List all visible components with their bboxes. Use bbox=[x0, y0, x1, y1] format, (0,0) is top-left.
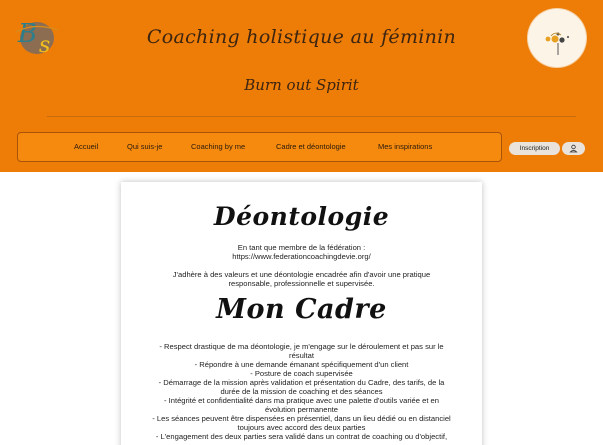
cadre-line: - Intégrité et confidentialité dans ma p… bbox=[164, 396, 439, 405]
nav-item-cadre-deontologie[interactable]: Cadre et déontologie bbox=[276, 133, 346, 161]
content-card: Déontologie En tant que membre de la féd… bbox=[121, 182, 482, 445]
federation-link[interactable]: https://www.federationcoachingdevie.org/ bbox=[131, 252, 472, 261]
cadre-line: - Respect drastique de ma déontologie, j… bbox=[159, 342, 444, 351]
cadre-line: - L'engagement des deux parties sera val… bbox=[155, 432, 448, 441]
deontologie-heading: Déontologie bbox=[213, 202, 390, 231]
header-divider bbox=[47, 116, 576, 117]
user-icon bbox=[569, 144, 578, 153]
user-account-button[interactable] bbox=[562, 142, 585, 155]
adhere-text-line2: responsable, professionnelle et supervis… bbox=[228, 279, 375, 288]
cadre-line: toujours avec accord des deux parties bbox=[237, 423, 366, 432]
cadre-line: - Répondre à une demande émanant spécifi… bbox=[194, 360, 409, 369]
site-header: B s Coaching holistique au féminin Burn … bbox=[0, 0, 603, 172]
cadre-line: - Démarrage de la mission après validati… bbox=[158, 378, 445, 387]
mon-cadre-heading: Mon Cadre bbox=[216, 294, 387, 325]
cadre-line: durée de la mission de coaching et des s… bbox=[220, 387, 383, 396]
adhere-text-line1: J'adhère à des valeurs et une déontologi… bbox=[172, 270, 431, 279]
main-navigation: Accueil Qui suis-je Coaching by me Cadre… bbox=[17, 132, 502, 162]
inscription-button[interactable]: Inscription bbox=[509, 142, 560, 155]
nav-item-accueil[interactable]: Accueil bbox=[74, 133, 98, 161]
site-subtitle: Burn out Spirit bbox=[244, 76, 359, 94]
decorative-sun-avatar-icon bbox=[528, 9, 586, 67]
nav-item-qui-suis-je[interactable]: Qui suis-je bbox=[127, 133, 162, 161]
cadre-line: - Posture de coach supervisée bbox=[250, 369, 353, 378]
federation-member-text: En tant que membre de la fédération : bbox=[237, 243, 366, 252]
cadre-line: évolution permanente bbox=[264, 405, 339, 414]
nav-item-coaching-by-me[interactable]: Coaching by me bbox=[191, 133, 245, 161]
cadre-line: - Les séances peuvent être dispensées en… bbox=[152, 414, 451, 423]
site-title: Coaching holistique au féminin bbox=[146, 26, 457, 48]
nav-item-mes-inspirations[interactable]: Mes inspirations bbox=[378, 133, 432, 161]
cadre-line: résultat bbox=[289, 351, 314, 360]
